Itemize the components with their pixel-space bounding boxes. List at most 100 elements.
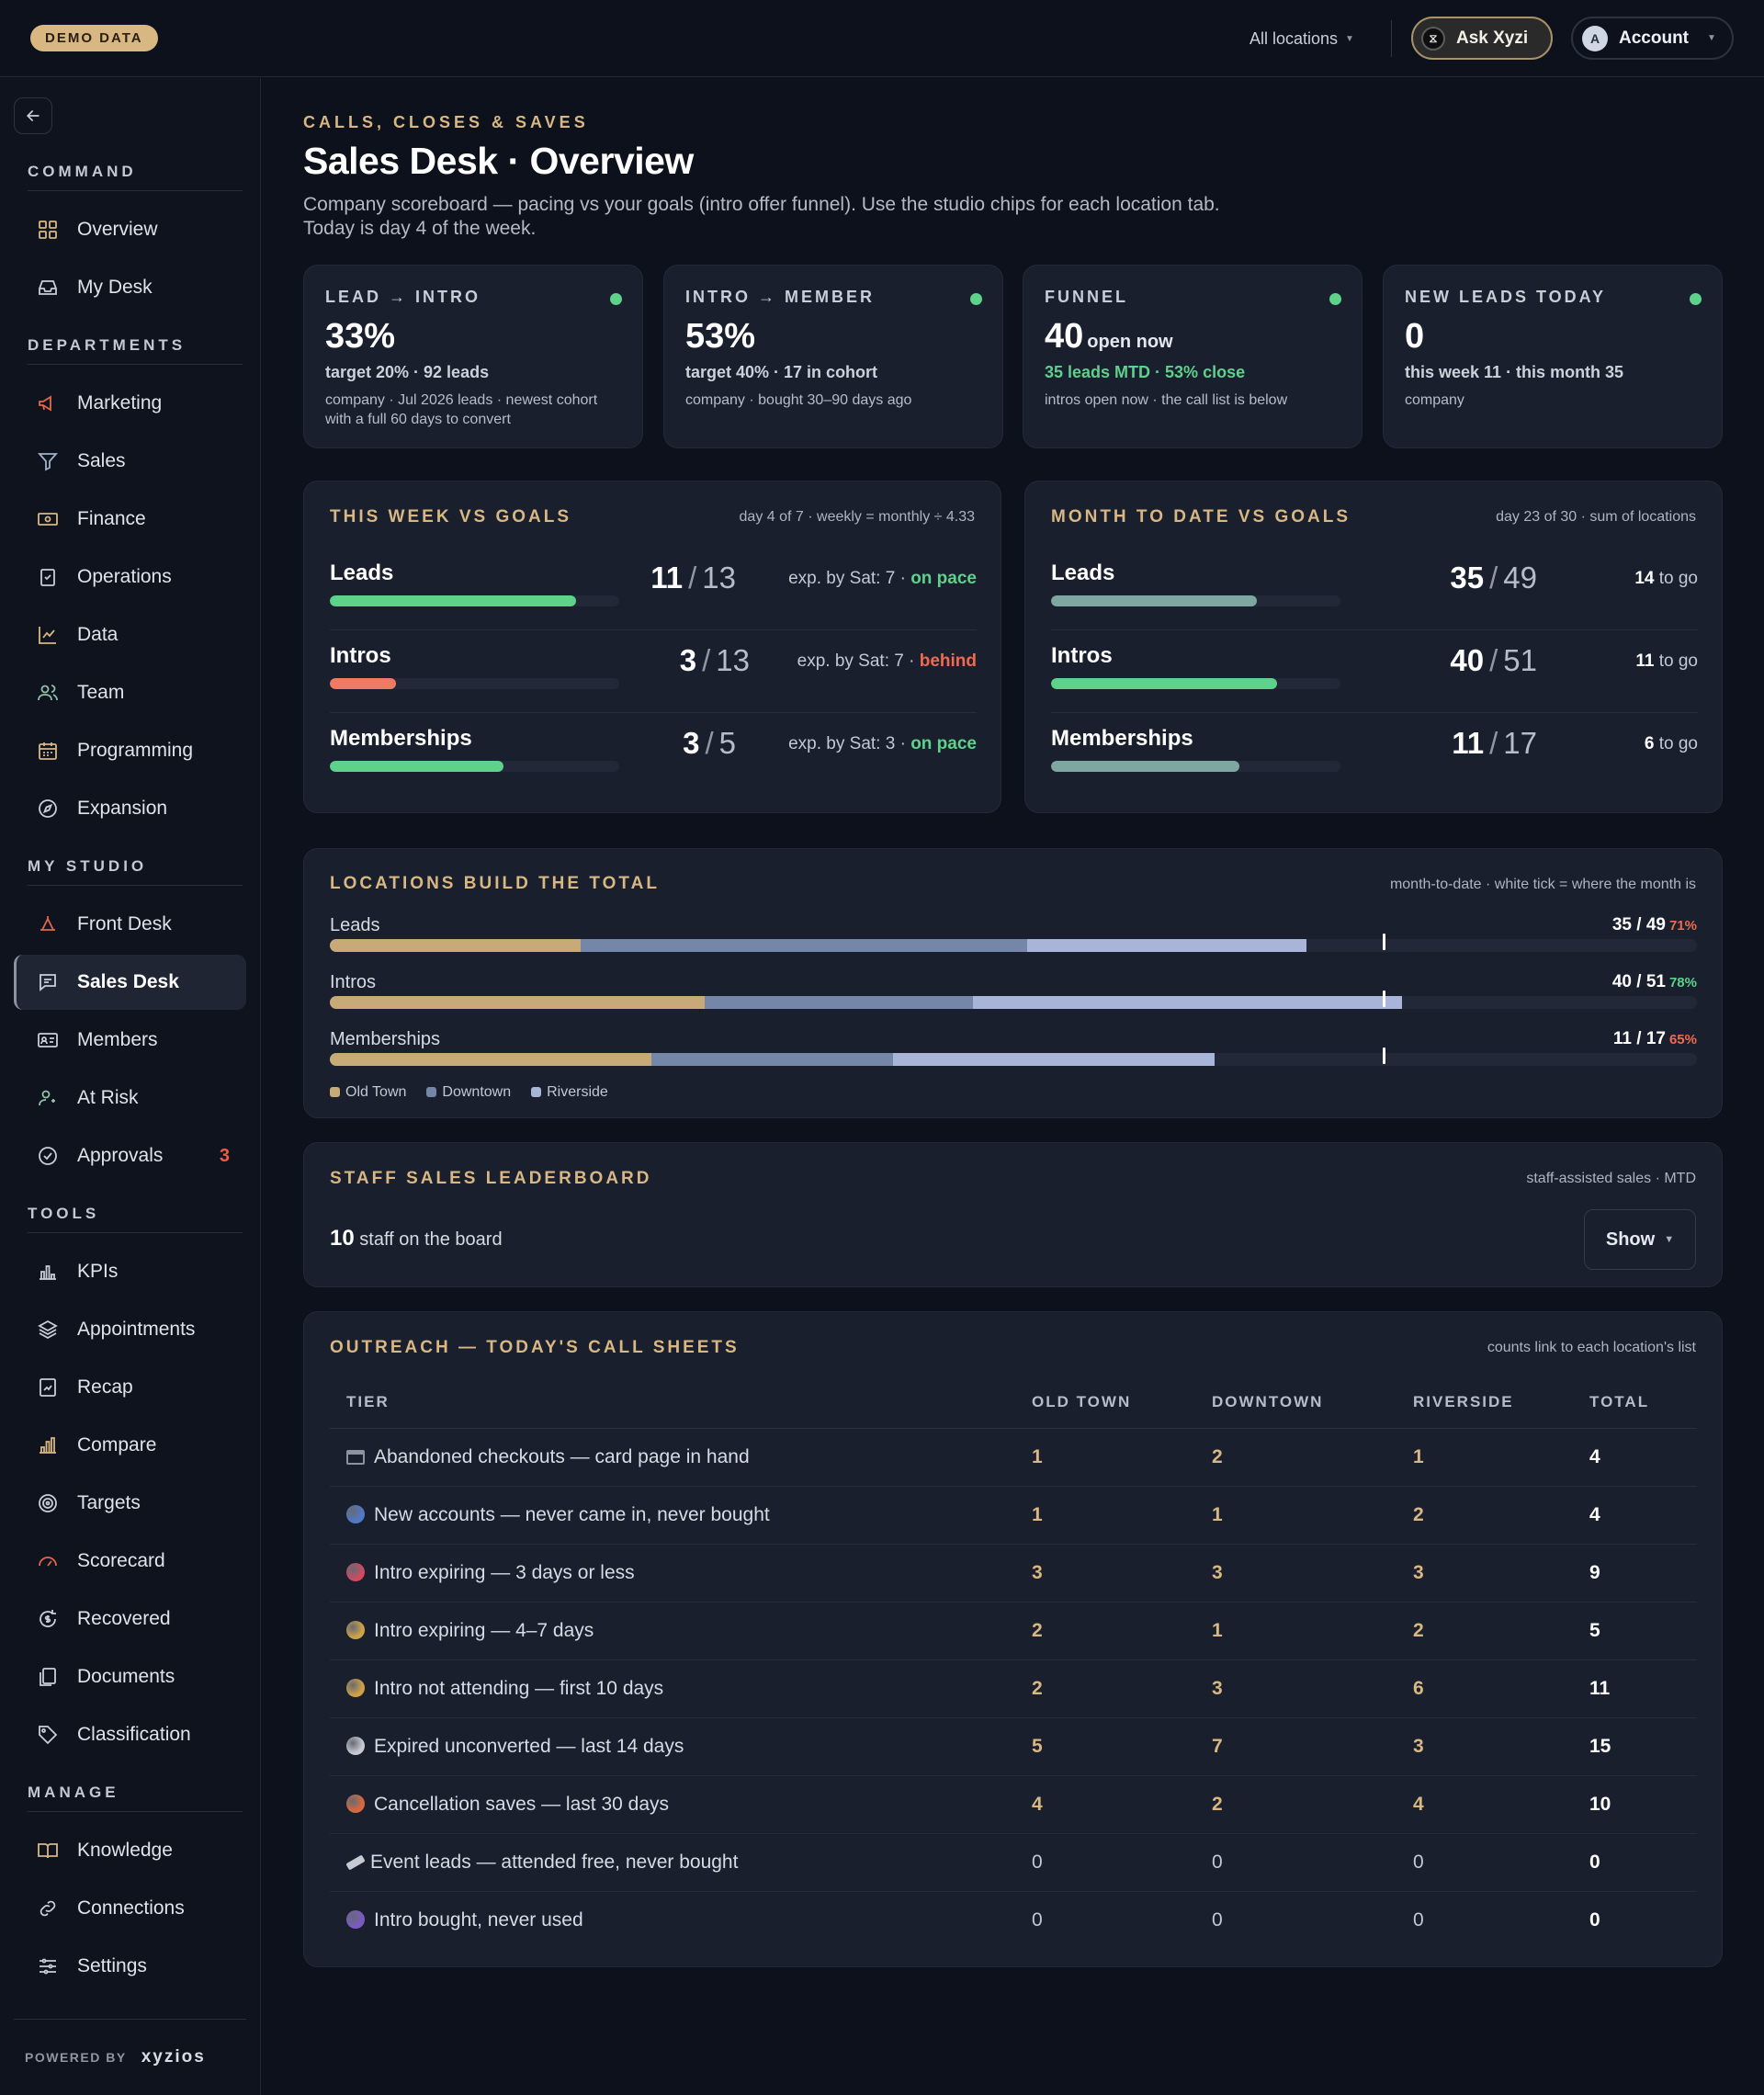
count-total: 9 xyxy=(1589,1544,1697,1602)
count-downtown-link[interactable]: 2 xyxy=(1212,1775,1413,1834)
count-downtown-link[interactable]: 3 xyxy=(1212,1659,1413,1718)
kpi-label: NEW LEADS TODAY xyxy=(1405,288,1607,306)
count-riverside-link[interactable]: 3 xyxy=(1413,1544,1589,1602)
kpi-card-intro-member: INTRO → MEMBER 53% target 40% · 17 in co… xyxy=(663,265,1003,448)
sidebar-item-my-desk[interactable]: My Desk xyxy=(14,260,246,315)
sidebar-item-label: Compare xyxy=(77,1434,157,1455)
tier-cell: Cancellation saves — last 30 days xyxy=(330,1775,1032,1834)
status-dot-icon xyxy=(970,293,982,305)
section-manage: MANAGE xyxy=(28,1784,243,1812)
goal-name: Intros xyxy=(330,643,391,668)
tier-cell: Abandoned checkouts — card page in hand xyxy=(330,1428,1032,1487)
goal-row-memberships: Memberships 3/5 exp. by Sat: 3 · on pace xyxy=(330,713,977,796)
kpi-value: 33% xyxy=(325,317,396,356)
sidebar-item-data[interactable]: Data xyxy=(14,607,246,662)
sidebar-item-classification[interactable]: Classification xyxy=(14,1707,246,1762)
location-select[interactable]: All locations ▼ xyxy=(1250,26,1354,51)
kpi-value: 40 open now xyxy=(1045,317,1173,356)
orange-dot-icon xyxy=(346,1794,365,1813)
count-downtown-link[interactable]: 3 xyxy=(1212,1544,1413,1602)
sidebar-item-sales[interactable]: Sales xyxy=(14,434,246,489)
progress-track xyxy=(330,678,619,689)
sidebar-item-marketing[interactable]: Marketing xyxy=(14,376,246,431)
count-downtown-link[interactable]: 7 xyxy=(1212,1717,1413,1776)
column-header-downtown: DOWNTOWN xyxy=(1212,1376,1413,1429)
sidebar-item-members[interactable]: Members xyxy=(14,1013,246,1068)
sidebar-item-settings[interactable]: Settings xyxy=(14,1939,246,1994)
sidebar-item-operations[interactable]: Operations xyxy=(14,549,246,605)
count-old-town-link[interactable]: 3 xyxy=(1032,1544,1212,1602)
sidebar-item-overview[interactable]: Overview xyxy=(14,202,246,257)
legend-item: Riverside xyxy=(531,1084,608,1101)
kpi-target: target 40% · 17 in cohort xyxy=(685,363,878,381)
collapse-sidebar-button[interactable] xyxy=(14,97,52,134)
goal-name: Intros xyxy=(1051,643,1113,668)
sidebar-item-kpis[interactable]: KPIs xyxy=(14,1244,246,1299)
column-header-total: TOTAL xyxy=(1589,1376,1697,1429)
sidebar-item-targets[interactable]: Targets xyxy=(14,1476,246,1531)
sidebar-item-documents[interactable]: Documents xyxy=(14,1649,246,1704)
count-riverside-link[interactable]: 3 xyxy=(1413,1717,1589,1776)
sidebar-item-label: Marketing xyxy=(77,392,163,413)
sidebar-item-approvals[interactable]: Approvals 3 xyxy=(14,1128,246,1183)
sidebar-item-connections[interactable]: Connections xyxy=(14,1881,246,1936)
kpi-value: 0 xyxy=(1405,317,1425,356)
table-row: Intro expiring — 4–7 days 2 1 2 5 xyxy=(330,1602,1697,1660)
count-old-town-link[interactable]: 2 xyxy=(1032,1602,1212,1660)
sidebar-item-recovered[interactable]: Recovered xyxy=(14,1591,246,1647)
call-sheets-table: TIER OLD TOWN DOWNTOWN RIVERSIDE TOTAL A… xyxy=(330,1376,1697,1949)
sidebar-item-appointments[interactable]: Appointments xyxy=(14,1302,246,1357)
count-riverside-link[interactable]: 4 xyxy=(1413,1775,1589,1834)
count-old-town-link[interactable]: 4 xyxy=(1032,1775,1212,1834)
account-button[interactable]: A Account ▼ xyxy=(1571,17,1734,60)
locations-card: LOCATIONS BUILD THE TOTAL month-to-date … xyxy=(303,848,1723,1118)
sidebar-item-label: Programming xyxy=(77,740,194,761)
sidebar-item-compare[interactable]: Compare xyxy=(14,1418,246,1473)
count-downtown-link[interactable]: 1 xyxy=(1212,1602,1413,1660)
sidebar-item-knowledge[interactable]: Knowledge xyxy=(14,1823,246,1878)
sidebar-item-expansion[interactable]: Expansion xyxy=(14,781,246,836)
leaderboard-show-button[interactable]: Show ▼ xyxy=(1584,1209,1696,1270)
sidebar-item-programming[interactable]: Programming xyxy=(14,723,246,778)
tier-cell: Intro not attending — first 10 days xyxy=(330,1659,1032,1718)
goal-expected: exp. by Sat: 7 · on pace xyxy=(788,569,977,588)
count-old-town-link[interactable]: 1 xyxy=(1032,1428,1212,1487)
red-dot-icon xyxy=(346,1562,365,1581)
sidebar-item-sales-desk[interactable]: Sales Desk xyxy=(14,955,246,1010)
progress-fill xyxy=(330,595,576,606)
sidebar-item-at-risk[interactable]: At Risk xyxy=(14,1070,246,1126)
goal-values: 11/13 xyxy=(650,561,736,595)
location-select-label: All locations xyxy=(1250,28,1339,48)
sidebar-item-front-desk[interactable]: Front Desk xyxy=(14,897,246,952)
sidebar-item-team[interactable]: Team xyxy=(14,665,246,720)
sidebar-item-recap[interactable]: Recap xyxy=(14,1360,246,1415)
bar-segment-downtown xyxy=(705,996,974,1009)
legend-item: Downtown xyxy=(426,1084,511,1101)
progress-track xyxy=(1051,595,1340,606)
count-old-town-link[interactable]: 2 xyxy=(1032,1659,1212,1718)
check-circle-icon xyxy=(39,1147,57,1165)
table-row: Expired unconverted — last 14 days 5 7 3 15 xyxy=(330,1717,1697,1776)
sidebar-item-label: My Desk xyxy=(77,277,153,298)
count-downtown-link[interactable]: 1 xyxy=(1212,1486,1413,1545)
count-riverside-link[interactable]: 2 xyxy=(1413,1602,1589,1660)
count-riverside-link[interactable]: 1 xyxy=(1413,1428,1589,1487)
sidebar-item-finance[interactable]: Finance xyxy=(14,492,246,547)
tier-cell: Intro expiring — 4–7 days xyxy=(330,1602,1032,1660)
progress-track xyxy=(1051,761,1340,772)
sidebar-item-label: Knowledge xyxy=(77,1840,173,1861)
count-riverside-link: 0 xyxy=(1413,1908,1424,1931)
column-header-riverside: RIVERSIDE xyxy=(1413,1376,1589,1429)
ask-xyzi-button[interactable]: ⧖ Ask Xyzi xyxy=(1411,17,1553,60)
columns-chart-icon xyxy=(40,1437,56,1454)
leaderboard-count: 10 staff on the board xyxy=(330,1226,503,1251)
count-downtown-link[interactable]: 2 xyxy=(1212,1428,1413,1487)
count-riverside-link[interactable]: 6 xyxy=(1413,1659,1589,1718)
goal-row-memberships: Memberships 11/17 6 to go xyxy=(1051,713,1698,796)
table-row: Event leads — attended free, never bough… xyxy=(330,1833,1697,1892)
sidebar-item-scorecard[interactable]: Scorecard xyxy=(14,1534,246,1589)
count-riverside-link[interactable]: 2 xyxy=(1413,1486,1589,1545)
count-old-town-link[interactable]: 1 xyxy=(1032,1486,1212,1545)
table-row: New accounts — never came in, never boug… xyxy=(330,1486,1697,1545)
count-old-town-link[interactable]: 5 xyxy=(1032,1717,1212,1776)
